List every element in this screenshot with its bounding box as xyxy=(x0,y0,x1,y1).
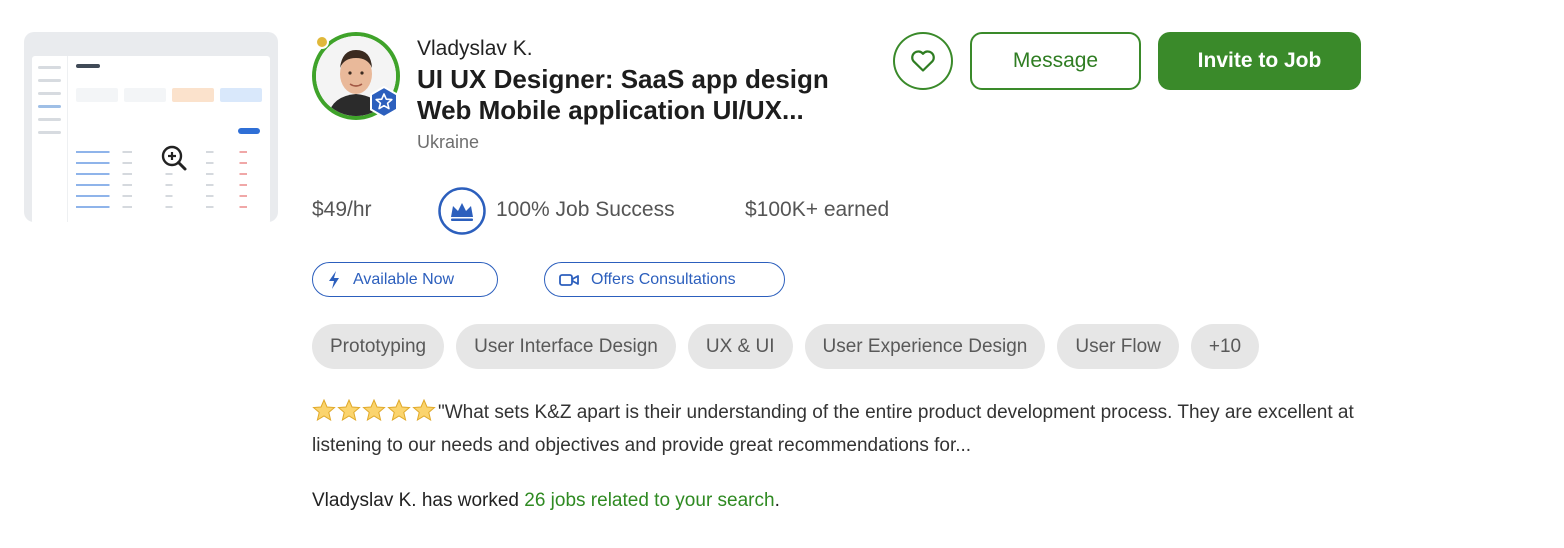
review-text: "What sets K&Z apart is their understand… xyxy=(312,402,1354,456)
skill-chip[interactable]: User Interface Design xyxy=(456,324,676,369)
related-jobs-line: Vladyslav K. has worked 26 jobs related … xyxy=(312,490,780,512)
job-success-crown-icon xyxy=(438,187,486,235)
lightning-icon xyxy=(329,270,339,289)
zoom-in-icon[interactable] xyxy=(160,144,188,172)
video-icon xyxy=(559,273,579,286)
freelancer-name[interactable]: Vladyslav K. xyxy=(417,37,533,61)
invite-to-job-button[interactable]: Invite to Job xyxy=(1158,32,1361,90)
skill-chip[interactable]: User Experience Design xyxy=(804,324,1046,369)
job-success-score: 100% Job Success xyxy=(496,198,675,221)
star-icon xyxy=(412,399,436,421)
hourly-rate: $49/hr xyxy=(312,198,372,221)
star-icon xyxy=(362,399,386,421)
heart-icon xyxy=(911,50,935,72)
portfolio-thumbnail[interactable] xyxy=(24,32,278,222)
skill-chip[interactable]: User Flow xyxy=(1057,324,1179,369)
review-rating xyxy=(312,399,436,421)
related-jobs-suffix: . xyxy=(774,490,780,511)
message-button[interactable]: Message xyxy=(970,32,1141,90)
more-skills-chip[interactable]: +10 xyxy=(1190,324,1260,369)
profile-avatar-container[interactable] xyxy=(312,32,402,122)
related-jobs-link[interactable]: 26 jobs related to your search xyxy=(524,490,774,511)
offers-consultations-badge: Offers Consultations xyxy=(544,262,785,297)
available-now-badge: Available Now xyxy=(312,262,498,297)
related-jobs-prefix: Vladyslav K. has worked xyxy=(312,490,525,511)
star-icon xyxy=(337,399,361,421)
offers-consultations-label: Offers Consultations xyxy=(591,270,736,288)
star-icon xyxy=(312,399,336,421)
client-review: "What sets K&Z apart is their understand… xyxy=(312,396,1372,462)
total-earned: $100K+ earned xyxy=(745,198,890,221)
skill-chip[interactable]: Prototyping xyxy=(312,324,445,369)
top-rated-badge-icon xyxy=(370,86,398,118)
skill-chip[interactable]: UX & UI xyxy=(687,324,793,369)
freelancer-title[interactable]: UI UX Designer: SaaS app design Web Mobi… xyxy=(417,64,887,126)
freelancer-location: Ukraine xyxy=(417,132,480,152)
star-icon xyxy=(387,399,411,421)
skills-list: Prototyping User Interface Design UX & U… xyxy=(312,324,1260,369)
available-now-label: Available Now xyxy=(353,270,455,288)
save-freelancer-button[interactable] xyxy=(893,32,953,90)
portfolio-preview-image xyxy=(32,56,270,222)
online-status-dot xyxy=(315,35,329,49)
